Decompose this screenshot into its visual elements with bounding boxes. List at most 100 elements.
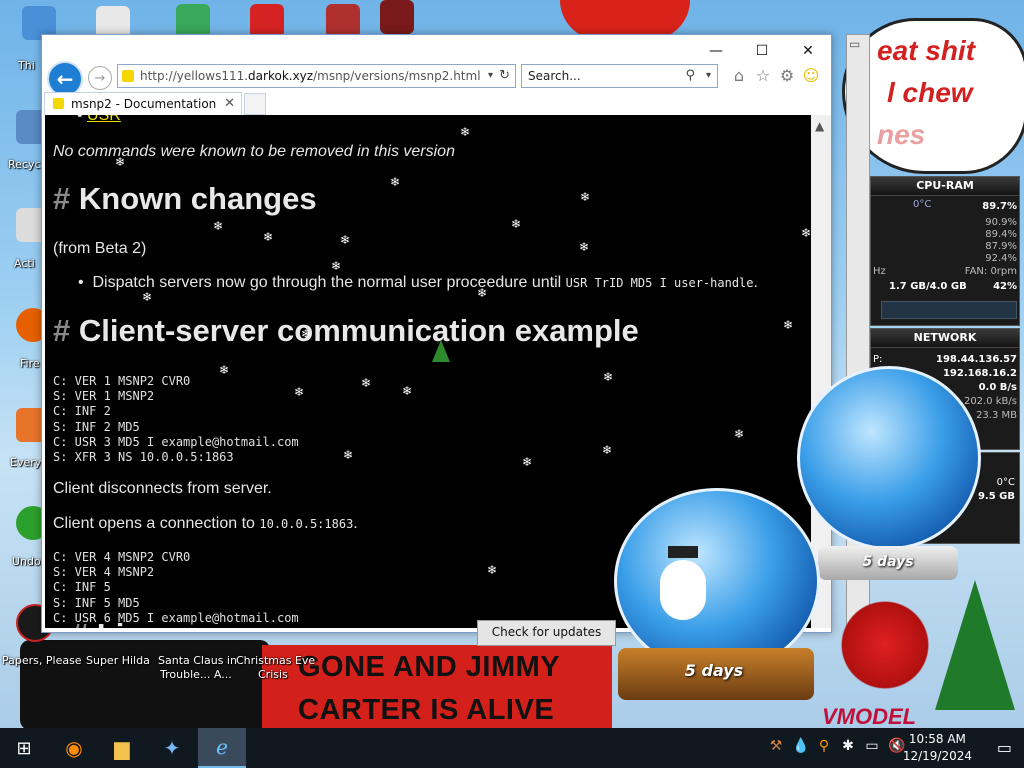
snowflake-icon: ❄	[361, 376, 372, 390]
tray-app-icon[interactable]: ⚒	[768, 738, 784, 758]
snowflake-icon: ❄	[343, 448, 354, 462]
search-placeholder: Search...	[528, 69, 581, 83]
search-icon[interactable]: ⚲	[685, 65, 695, 87]
wallpaper-ornament	[840, 590, 930, 700]
url-prefix: http://yellows111.	[140, 69, 249, 83]
taskbar-internet-explorer[interactable]: ℯ	[198, 728, 246, 768]
cpu-total: 89.7%	[982, 201, 1017, 212]
cpu-ram-title: CPU-RAM	[871, 177, 1019, 196]
snow-globe-center	[614, 488, 820, 674]
tray-search-icon[interactable]: ⚲	[816, 738, 832, 758]
minimize-button[interactable]: —	[693, 35, 739, 67]
desktop-label-christmas-1: Christmas Eve	[236, 654, 316, 667]
usr-link[interactable]: USR	[87, 115, 121, 124]
heading-client-server: # Client-server communication example	[53, 313, 639, 348]
settings-gear-icon[interactable]: ⚙	[777, 65, 797, 85]
tray-volume-muted-icon[interactable]: 🔇	[888, 738, 905, 758]
address-dropdown-icon[interactable]: ▾	[488, 65, 493, 87]
code-block-1: C: VER 1 MSNP2 CVR0 S: VER 1 MSNP2 C: IN…	[53, 374, 299, 465]
network-ip-internal: 192.168.16.2	[942, 368, 1017, 379]
christmas-game-icon[interactable]	[380, 0, 414, 34]
snowflake-icon: ❄	[390, 175, 401, 189]
close-button[interactable]: ✕	[785, 35, 831, 67]
snowflake-icon: ❄	[579, 240, 590, 254]
tray-network-icon[interactable]: ▭	[864, 738, 880, 758]
snowflake-icon: ❄	[115, 155, 126, 169]
snowflake-icon: ❄	[783, 318, 794, 332]
search-dropdown-icon[interactable]: ▾	[706, 65, 711, 87]
bullet-dispatch: • Dispatch servers now go through the no…	[78, 274, 758, 291]
ram-percent: 42%	[993, 281, 1017, 292]
ram-usage: 1.7 GB/4.0 GB	[889, 281, 967, 292]
arrow-right-icon: →	[94, 70, 106, 86]
snowflake-icon: ❄	[301, 327, 312, 341]
opens-code: 10.0.0.5:1863	[259, 517, 354, 531]
desktop-label-recycle: Recyc	[8, 158, 41, 171]
tab-title: msnp2 - Documentation	[71, 97, 217, 111]
tray-droplet-icon[interactable]: 💧	[792, 738, 809, 758]
tab-msnp2-documentation[interactable]: msnp2 - Documentation ✕	[44, 92, 242, 115]
search-box[interactable]: Search... ⚲ ▾	[521, 64, 718, 88]
refresh-icon[interactable]: ↻	[499, 65, 510, 87]
opens-connection-text: Client opens a connection to 10.0.0.5:18…	[53, 515, 358, 533]
speech-line-1: eat shit	[877, 35, 976, 66]
snowflake-icon: ❄	[263, 230, 274, 244]
maximize-button[interactable]: ☐	[739, 35, 785, 67]
mcdonalds-icon[interactable]	[250, 4, 284, 38]
cpu-mhz: Hz	[873, 266, 886, 277]
home-icon[interactable]: ⌂	[729, 65, 749, 85]
drive-temp: 0°C	[996, 477, 1015, 488]
santa-game-icon[interactable]	[326, 4, 360, 38]
close-icon[interactable]: ▭	[849, 37, 860, 51]
address-bar[interactable]: http://yellows111.darkok.xyz/msnp/versio…	[117, 64, 516, 88]
firefox-icon: ◉	[65, 736, 83, 760]
ram-graph	[881, 301, 1017, 319]
cpu-core-2: 89.4%	[985, 229, 1017, 240]
scroll-up-icon[interactable]: ▲	[815, 119, 824, 133]
notification-icon[interactable]: ▭	[997, 738, 1012, 757]
desktop-label-activate: Acti	[14, 257, 35, 270]
desktop-label-super-hilda: Super Hilda	[86, 654, 150, 667]
desktop-label-this-pc: Thi	[18, 59, 35, 72]
opens-prefix: Client opens a connection to	[53, 515, 255, 532]
code-block-2: C: VER 4 MSNP2 CVR0 S: VER 4 MSNP2 C: IN…	[53, 550, 299, 625]
tab-close-icon[interactable]: ✕	[224, 93, 235, 115]
arrow-left-icon: ←	[56, 67, 74, 91]
snowflake-icon: ❄	[487, 563, 498, 577]
snowflake-icon: ❄	[340, 233, 351, 247]
desktop-label-papers: Papers, Please	[2, 654, 82, 667]
cpu-core-1: 90.9%	[985, 217, 1017, 228]
snowflake-icon: ❄	[603, 370, 614, 384]
start-button[interactable]: ⊞	[0, 728, 48, 768]
snowflake-icon: ❄	[294, 385, 305, 399]
snowflake-icon: ❄	[734, 427, 745, 441]
cpu-fan: FAN: 0rpm	[964, 266, 1017, 277]
tray-snowflake-icon[interactable]: ✱	[840, 738, 856, 758]
network-ip-external: 198.44.136.57	[936, 354, 1017, 365]
clock-time: 10:58 AM	[908, 732, 966, 746]
from-beta-text: (from Beta 2)	[53, 240, 147, 257]
taskbar-file-explorer[interactable]: ▆	[98, 728, 146, 768]
url-path: /msnp/versions/msnp2.html	[313, 69, 481, 83]
taskbar-firefox[interactable]: ◉	[50, 728, 98, 768]
banner-line-2: CARTER IS ALIVE	[298, 694, 555, 726]
smiley-feedback-icon[interactable]: ☺	[801, 65, 821, 85]
snowflake-icon: ❄	[801, 226, 811, 240]
check-for-updates-button[interactable]: Check for updates	[477, 620, 616, 646]
game-icon-1[interactable]	[176, 4, 210, 38]
forward-button[interactable]: →	[88, 66, 112, 90]
wallpaper-watermark: VMODEL	[822, 704, 917, 729]
new-tab-button[interactable]	[244, 93, 266, 115]
speech-line-2: l chew	[887, 77, 973, 108]
desktop-label-christmas-2: Crisis	[258, 668, 288, 681]
url-domain: darkok.xyz	[248, 69, 314, 83]
taskbar-clock[interactable]: 10:58 AM 12/19/2024	[903, 731, 972, 765]
taskbar-app[interactable]: ✦	[148, 728, 196, 768]
network-total: 23.3 MB	[976, 410, 1017, 421]
favorites-star-icon[interactable]: ☆	[753, 65, 773, 85]
tab-favicon	[53, 98, 64, 109]
christmas-tree-cursor-icon	[432, 340, 450, 362]
desktop-label-santa-1: Santa Claus in	[158, 654, 237, 667]
cpu-ram-gadget: CPU-RAM 0°C 89.7% 90.9% 89.4% 87.9% 92.4…	[870, 176, 1020, 326]
network-title: NETWORK	[871, 329, 1019, 348]
